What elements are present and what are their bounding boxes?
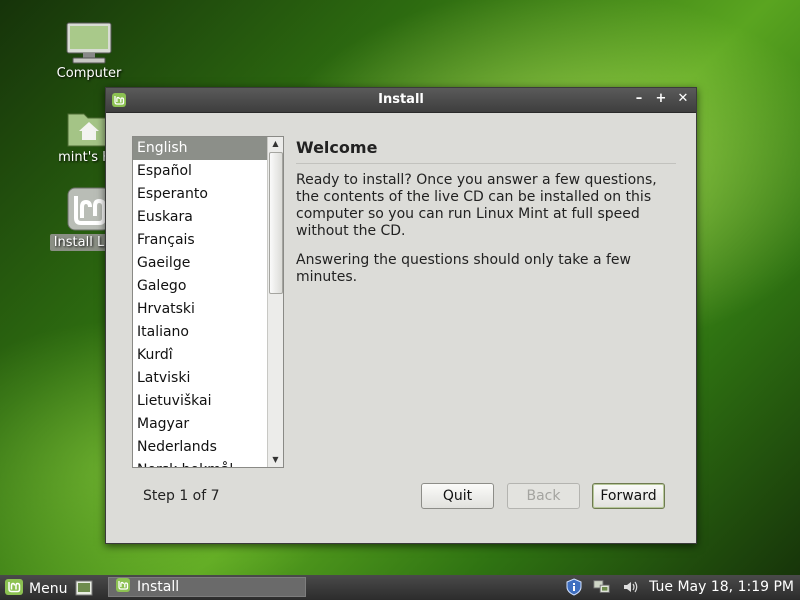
language-list-scrollbar[interactable]: ▲ ▼ bbox=[267, 137, 283, 467]
shield-update-icon[interactable] bbox=[565, 578, 583, 596]
language-list-item[interactable]: Español bbox=[133, 160, 267, 183]
language-list-item[interactable]: Italiano bbox=[133, 321, 267, 344]
language-list-item[interactable]: Nederlands bbox=[133, 436, 267, 459]
welcome-duration-text: Answering the questions should only take… bbox=[296, 252, 631, 285]
language-list-item[interactable]: Norsk bokmål bbox=[133, 459, 267, 467]
language-list-item[interactable]: Gaeilge bbox=[133, 252, 267, 275]
language-list-item[interactable]: Magyar bbox=[133, 413, 267, 436]
menu-button[interactable]: Menu bbox=[4, 578, 67, 600]
show-desktop-icon[interactable] bbox=[75, 580, 93, 600]
scrollbar-thumb[interactable] bbox=[269, 152, 283, 294]
language-list-item[interactable]: Galego bbox=[133, 275, 267, 298]
menu-label: Menu bbox=[29, 581, 68, 597]
desktop-icon-computer[interactable]: Computer bbox=[34, 22, 144, 81]
system-tray: Tue May 18, 1:19 PM bbox=[565, 577, 794, 597]
clock[interactable]: Tue May 18, 1:19 PM bbox=[649, 579, 794, 595]
welcome-heading: Welcome bbox=[296, 138, 676, 164]
language-list-item[interactable]: Latviski bbox=[133, 367, 267, 390]
language-list-items: English Español Esperanto Euskara Français Ga… bbox=[133, 137, 267, 467]
linux-mint-logo-icon bbox=[4, 578, 24, 600]
language-list-item[interactable]: English bbox=[133, 137, 267, 160]
taskbar: Menu Install Tue May 18, 1:19 PM bbox=[0, 575, 800, 600]
taskbar-item-install[interactable]: Install bbox=[108, 577, 306, 597]
welcome-panel: Welcome Ready to install? Once you answe… bbox=[296, 138, 676, 286]
scroll-up-arrow-icon[interactable]: ▲ bbox=[268, 138, 283, 150]
taskbar-item-label: Install bbox=[137, 579, 180, 595]
window-titlebar[interactable]: Install – + ✕ bbox=[106, 88, 696, 113]
window-title: Install bbox=[378, 92, 424, 107]
welcome-intro-text: Ready to install? Once you answer a few … bbox=[296, 172, 657, 239]
quit-button[interactable]: Quit bbox=[421, 483, 494, 509]
install-window: Install – + ✕ English Español Esperanto Eus… bbox=[105, 87, 697, 544]
step-indicator: Step 1 of 7 bbox=[143, 488, 220, 504]
volume-icon[interactable] bbox=[621, 578, 639, 596]
computer-icon bbox=[65, 22, 113, 64]
language-list-item[interactable]: Euskara bbox=[133, 206, 267, 229]
language-list-item[interactable]: Kurdî bbox=[133, 344, 267, 367]
network-icon[interactable] bbox=[593, 578, 611, 596]
maximize-button[interactable]: + bbox=[654, 91, 668, 107]
close-button[interactable]: ✕ bbox=[676, 91, 690, 107]
language-list-item[interactable]: Français bbox=[133, 229, 267, 252]
scroll-down-arrow-icon[interactable]: ▼ bbox=[268, 454, 283, 466]
language-list-item[interactable]: Esperanto bbox=[133, 183, 267, 206]
linux-mint-logo-icon bbox=[115, 577, 131, 597]
back-button[interactable]: Back bbox=[507, 483, 580, 509]
minimize-button[interactable]: – bbox=[632, 91, 646, 107]
language-list-item[interactable]: Hrvatski bbox=[133, 298, 267, 321]
language-list[interactable]: English Español Esperanto Euskara Français Ga… bbox=[132, 136, 284, 468]
desktop-icon-label: Computer bbox=[56, 66, 122, 81]
forward-button[interactable]: Forward bbox=[592, 483, 665, 509]
language-list-item[interactable]: Lietuviškai bbox=[133, 390, 267, 413]
